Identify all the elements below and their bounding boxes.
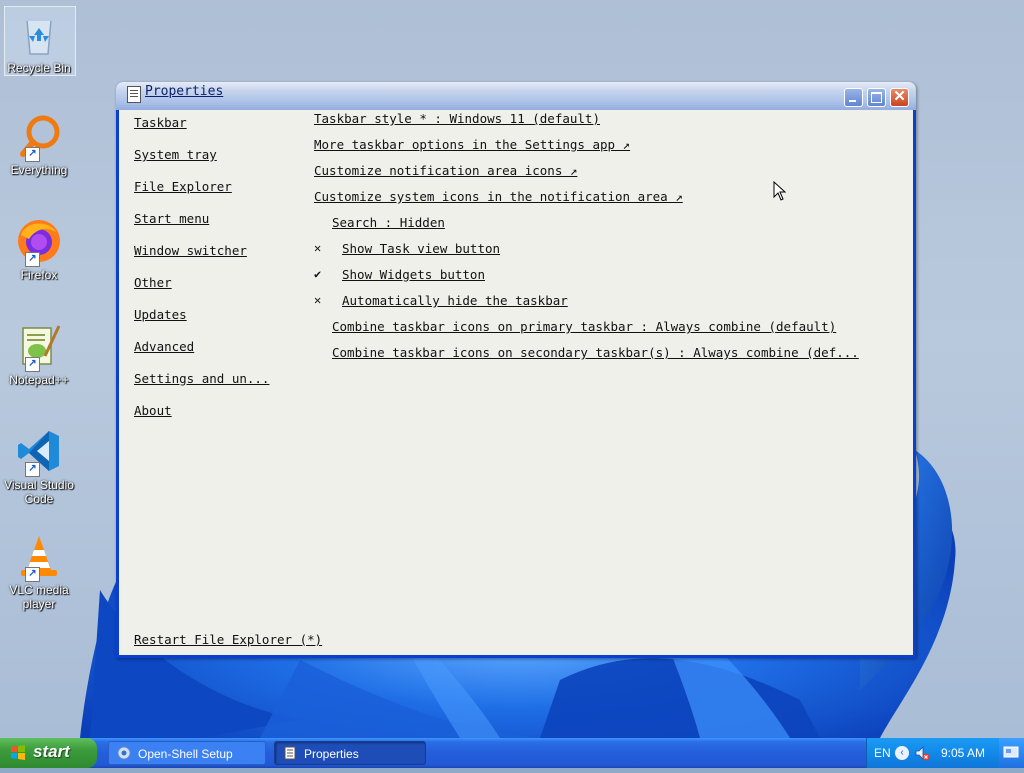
shortcut-arrow-icon: ↗ — [25, 567, 40, 582]
task-label: Properties — [304, 747, 359, 761]
option-label: Show Widgets button — [342, 267, 485, 282]
option-auto-hide-taskbar[interactable]: ✕ Automatically hide the taskbar — [314, 293, 568, 308]
speaker-muted-icon[interactable] — [914, 745, 930, 761]
maximize-button[interactable] — [867, 88, 886, 107]
option-combine-primary[interactable]: Combine taskbar icons on primary taskbar… — [332, 319, 836, 334]
firefox-icon: ↗ — [15, 217, 63, 267]
desktop-icon-label: VLC media player — [9, 583, 69, 611]
shortcut-arrow-icon: ↗ — [25, 147, 40, 162]
properties-document-icon — [127, 86, 141, 103]
start-label: start — [33, 742, 70, 761]
desktop-icon-vlc[interactable]: ↗ VLC media player — [2, 532, 76, 611]
nav-item-settings-and-uninstall[interactable]: Settings and un... — [134, 371, 269, 386]
task-label: Open-Shell Setup — [138, 747, 233, 761]
minimize-button[interactable] — [844, 88, 863, 107]
start-button[interactable]: start — [0, 738, 97, 768]
option-label: Show Task view button — [342, 241, 501, 256]
option-show-widgets[interactable]: ✔ Show Widgets button — [314, 267, 485, 282]
option-label: Taskbar style * : Windows 11 (default) — [314, 111, 600, 126]
window-client-area: Taskbar System tray File Explorer Start … — [119, 110, 913, 655]
maximize-icon — [871, 92, 882, 103]
desktop-icon-firefox[interactable]: ↗ Firefox — [2, 217, 76, 282]
nav-item-system-tray[interactable]: System tray — [134, 147, 217, 162]
unchecked-x-icon: ✕ — [314, 293, 322, 307]
option-label: Combine taskbar icons on primary taskbar… — [332, 319, 837, 334]
show-hidden-icons-chevron-icon[interactable]: ‹ — [895, 746, 909, 760]
desktop-icon-vscode[interactable]: ↗ Visual Studio Code — [2, 427, 76, 506]
desktop-icon-label: Recycle Bin — [7, 61, 71, 75]
everything-search-icon: ↗ — [15, 112, 63, 162]
notepad-plus-plus-icon: ↗ — [15, 322, 63, 372]
language-indicator[interactable]: EN — [874, 746, 891, 760]
shortcut-arrow-icon: ↗ — [25, 462, 40, 477]
taskbar-button-open-shell-setup[interactable]: Open-Shell Setup — [108, 741, 266, 765]
option-settings-app-link[interactable]: More taskbar options in the Settings app… — [314, 137, 630, 152]
option-search[interactable]: Search : Hidden — [332, 215, 445, 230]
show-desktop-icon — [1003, 746, 1019, 758]
nav-item-start-menu[interactable]: Start menu — [134, 211, 209, 226]
desktop-icon-label: Firefox — [20, 268, 58, 282]
option-label: Automatically hide the taskbar — [342, 293, 568, 308]
properties-icon — [284, 746, 296, 760]
close-button[interactable]: ✕ — [890, 88, 909, 107]
properties-window: Properties ✕ Taskbar System tray File Ex… — [116, 82, 916, 658]
option-notification-icons-link[interactable]: Customize notification area icons ↗ — [314, 163, 577, 178]
checkmark-icon: ✔ — [314, 267, 322, 281]
shortcut-arrow-icon: ↗ — [25, 252, 40, 267]
shortcut-arrow-icon: ↗ — [25, 357, 40, 372]
desktop-icon-recycle-bin[interactable]: Recycle Bin — [2, 6, 76, 76]
option-label: Combine taskbar icons on secondary taskb… — [332, 345, 859, 360]
windows-flag-icon — [11, 745, 25, 760]
desktop-icon-label: Everything — [10, 163, 68, 177]
taskbar: start Open-Shell Setup Properties EN ‹ 9… — [0, 738, 1024, 768]
option-label: Search : Hidden — [332, 215, 445, 230]
taskbar-button-properties[interactable]: Properties — [274, 741, 426, 765]
close-icon: ✕ — [893, 88, 906, 105]
nav-item-other[interactable]: Other — [134, 275, 172, 290]
unchecked-x-icon: ✕ — [314, 241, 322, 255]
system-tray: EN ‹ 9:05 AM — [866, 738, 999, 768]
nav-item-taskbar[interactable]: Taskbar — [134, 115, 187, 130]
mouse-pointer-icon — [773, 180, 787, 206]
option-taskbar-style[interactable]: Taskbar style * : Windows 11 (default) — [314, 111, 600, 126]
setup-icon — [117, 746, 131, 760]
option-combine-secondary[interactable]: Combine taskbar icons on secondary taskb… — [332, 345, 859, 360]
recycle-bin-icon — [15, 10, 63, 58]
nav-item-file-explorer[interactable]: File Explorer — [134, 179, 232, 194]
option-system-icons-link[interactable]: Customize system icons in the notificati… — [314, 189, 683, 204]
minimize-icon — [849, 100, 856, 102]
vscode-icon: ↗ — [15, 427, 63, 477]
nav-item-updates[interactable]: Updates — [134, 307, 187, 322]
show-desktop-button[interactable] — [999, 738, 1024, 768]
nav-item-advanced[interactable]: Advanced — [134, 339, 194, 354]
option-show-task-view[interactable]: ✕ Show Task view button — [314, 241, 500, 256]
window-titlebar[interactable]: Properties ✕ — [116, 82, 916, 110]
option-label: More taskbar options in the Settings app… — [314, 137, 631, 152]
nav-item-window-switcher[interactable]: Window switcher — [134, 243, 247, 258]
window-title: Properties — [145, 84, 224, 99]
option-label: Customize system icons in the notificati… — [314, 189, 683, 204]
nav-item-about[interactable]: About — [134, 403, 172, 418]
desktop-icon-everything[interactable]: ↗ Everything — [2, 112, 76, 177]
vlc-icon: ↗ — [15, 532, 63, 582]
option-label: Customize notification area icons ↗ — [314, 163, 578, 178]
desktop-icon-notepad-plus-plus[interactable]: ↗ Notepad++ — [2, 322, 76, 387]
clock[interactable]: 9:05 AM — [941, 746, 985, 760]
desktop-icon-label: Notepad++ — [9, 373, 69, 387]
restart-file-explorer-link[interactable]: Restart File Explorer (*) — [134, 632, 322, 647]
desktop-icon-label: Visual Studio Code — [4, 478, 74, 506]
